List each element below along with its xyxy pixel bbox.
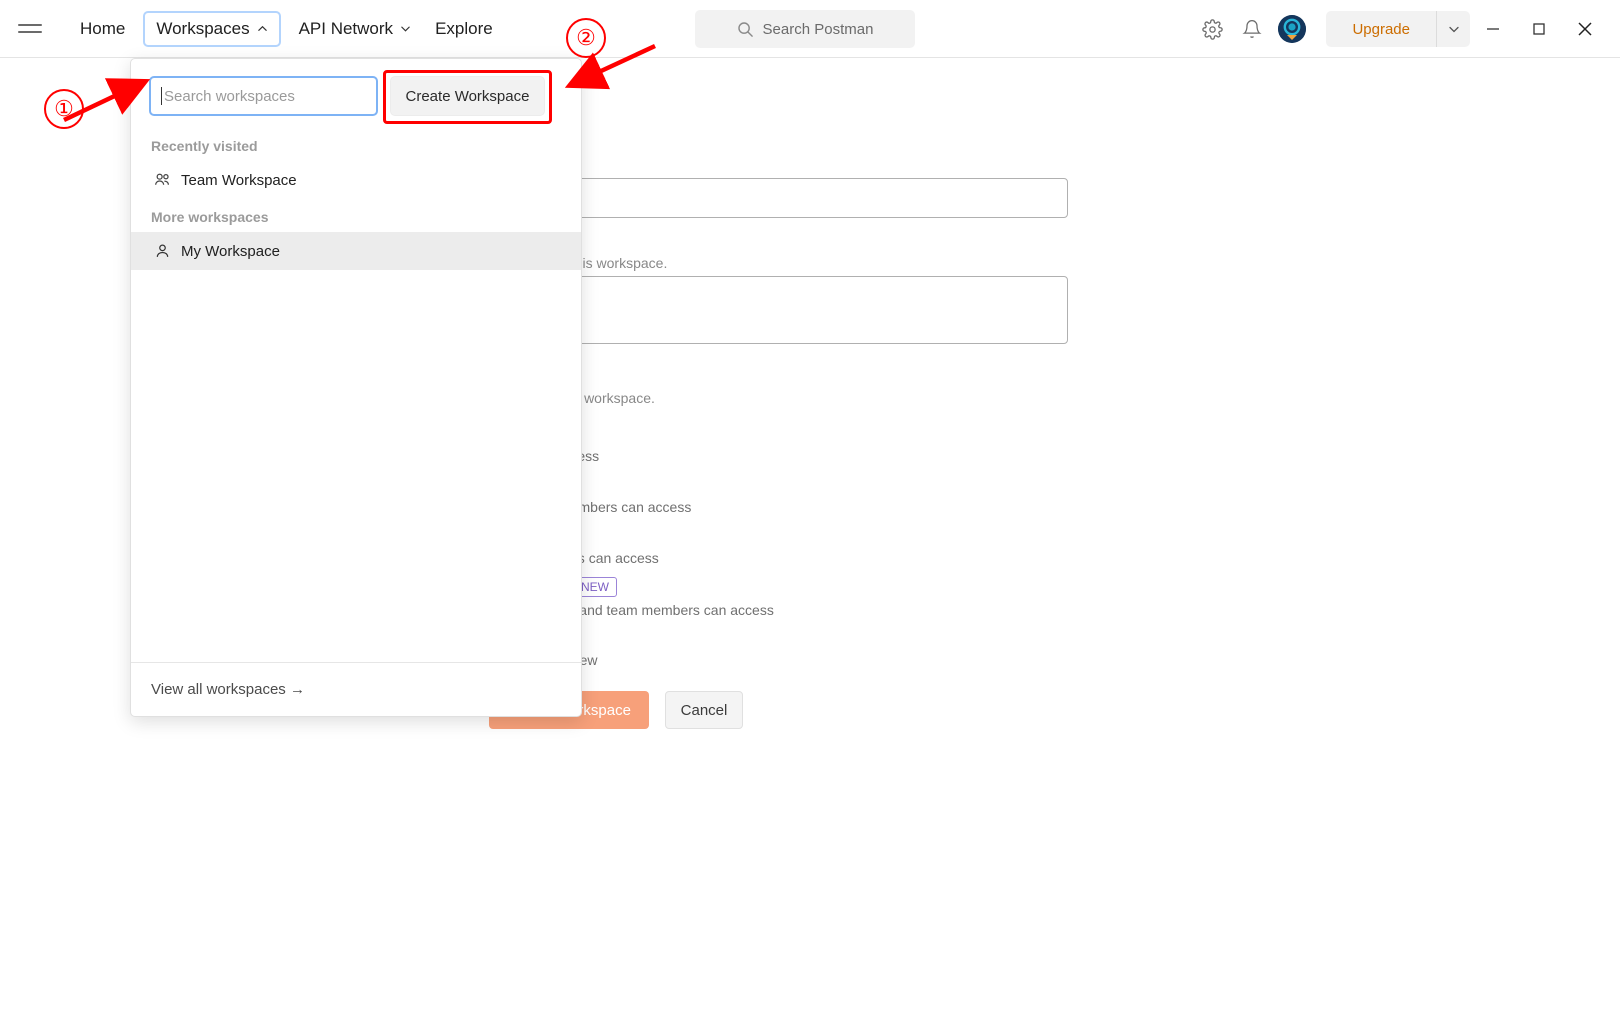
nav-item-home-label: Home	[80, 18, 126, 38]
nav-item-home[interactable]: Home	[68, 12, 137, 46]
nav-item-explore-label: Explore	[435, 18, 493, 38]
nav-item-api-network[interactable]: API Network	[287, 12, 423, 46]
app-header: Home Workspaces API Network Explore Sear…	[0, 0, 1620, 58]
window-maximize-icon[interactable]	[1516, 0, 1562, 58]
upgrade-chevron-down-icon[interactable]	[1436, 11, 1470, 47]
nav-item-api-network-label: API Network	[298, 18, 394, 38]
workspace-item-team-workspace[interactable]: Team Workspace	[131, 161, 581, 199]
view-all-workspaces-link[interactable]: View all workspaces →	[131, 662, 581, 716]
nav-item-workspaces-wrap: Workspaces	[143, 10, 281, 47]
workspace-item-my-workspace[interactable]: My Workspace	[131, 232, 581, 270]
nav-item-explore[interactable]: Explore	[423, 12, 505, 46]
workspace-search-placeholder: Search workspaces	[164, 87, 295, 105]
upgrade-button[interactable]: Upgrade	[1326, 11, 1436, 47]
nav-item-workspaces-label: Workspaces	[156, 18, 250, 38]
postman-app-window: Create workspace Name Summary Add a summ…	[0, 0, 1620, 1010]
team-icon	[153, 171, 172, 190]
chevron-up-icon	[257, 23, 268, 34]
bell-icon[interactable]	[1232, 9, 1272, 49]
search-icon	[737, 21, 754, 38]
text-cursor	[161, 87, 162, 105]
cancel-button[interactable]: Cancel	[665, 691, 743, 729]
person-icon	[153, 242, 172, 261]
create-workspace-wrap: Create Workspace	[383, 70, 552, 124]
header-right-controls: Upgrade	[1192, 0, 1620, 58]
create-workspace-button[interactable]: Create Workspace	[390, 76, 545, 116]
chevron-down-icon	[400, 23, 411, 34]
window-minimize-icon[interactable]	[1470, 0, 1516, 58]
window-close-icon[interactable]	[1562, 0, 1608, 58]
upgrade-group: Upgrade	[1326, 11, 1470, 47]
dropdown-section-recently-visited: Recently visited	[151, 138, 258, 154]
workspaces-dropdown-panel: Search workspaces Create Workspace Recen…	[130, 58, 582, 717]
workspace-item-label: Team Workspace	[181, 171, 297, 189]
user-avatar[interactable]	[1278, 15, 1307, 43]
workspace-item-label: My Workspace	[181, 242, 280, 260]
search-input[interactable]: Search Postman	[695, 10, 915, 48]
dropdown-section-more-workspaces: More workspaces	[151, 209, 269, 225]
nav-item-workspaces[interactable]: Workspaces	[143, 10, 281, 47]
workspace-search-input[interactable]: Search workspaces	[149, 76, 378, 116]
hamburger-icon[interactable]	[18, 20, 42, 38]
search-placeholder: Search Postman	[762, 20, 874, 38]
dropdown-top-row: Search workspaces Create Workspace	[131, 59, 581, 128]
gear-icon[interactable]	[1192, 9, 1232, 49]
